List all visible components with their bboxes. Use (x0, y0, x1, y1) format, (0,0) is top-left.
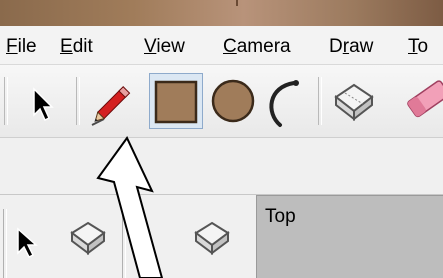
viewport-label: Top (265, 206, 296, 227)
select-arrow-icon (33, 87, 54, 122)
titlebar-mark (236, 0, 238, 6)
component-box-icon[interactable] (190, 217, 234, 261)
menu-view[interactable]: View (144, 36, 185, 58)
eraser-icon (407, 80, 443, 118)
arc-icon (269, 80, 299, 127)
toolbar-separator (4, 77, 8, 125)
pencil-tool-button[interactable] (86, 73, 140, 129)
circle-icon (211, 79, 255, 123)
pencil-icon (91, 86, 131, 126)
drawing-viewport[interactable]: Top (256, 195, 443, 278)
select-tool-button[interactable] (14, 73, 68, 129)
toolbar-separator (3, 209, 7, 278)
drawing-toolbar (0, 65, 443, 138)
window-titlebar (0, 0, 443, 26)
eraser-tool-button[interactable] (394, 73, 443, 129)
menu-draw[interactable]: Draw (329, 36, 373, 58)
select-arrow-icon[interactable] (10, 223, 50, 263)
rectangle-icon (154, 80, 198, 124)
menu-tools[interactable]: To (408, 36, 428, 58)
toolbar-separator (76, 77, 80, 125)
rectangle-tool-button[interactable] (149, 73, 203, 129)
toolbar-empty-area (0, 138, 443, 195)
component-box-icon (334, 83, 374, 122)
menu-edit[interactable]: Edit (60, 36, 93, 58)
component-tool-button[interactable] (328, 73, 382, 129)
circle-tool-button[interactable] (206, 73, 260, 129)
menu-file[interactable]: File (6, 36, 37, 58)
menu-camera[interactable]: Camera (223, 36, 291, 58)
arc-tool-button[interactable] (258, 73, 312, 129)
toolbar-separator (122, 209, 126, 278)
component-box-icon[interactable] (66, 217, 110, 261)
menu-bar: File Edit View Camera Draw To (0, 26, 443, 65)
toolbar-separator (318, 77, 322, 125)
